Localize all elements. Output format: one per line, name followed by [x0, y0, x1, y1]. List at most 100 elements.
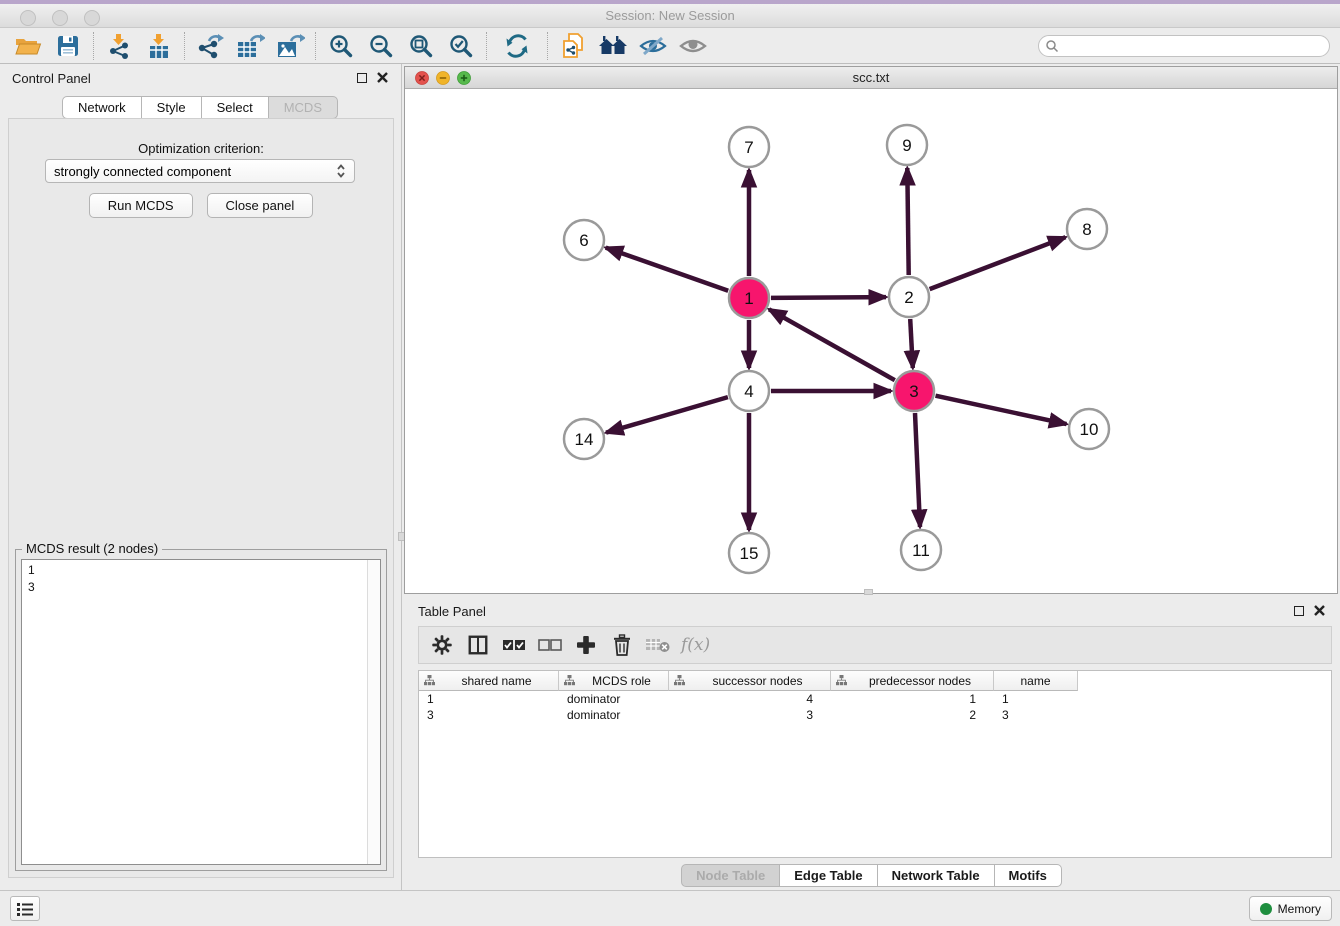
- graph-node-4[interactable]: 4: [729, 371, 769, 411]
- search-input[interactable]: [1063, 39, 1329, 53]
- network-canvas[interactable]: 7 9 6 8 1 2 4 3 14 10 15 11: [405, 89, 1337, 593]
- table-row[interactable]: 3dominator323: [419, 707, 1331, 723]
- unchecked-boxes-icon: [538, 637, 562, 653]
- home-button[interactable]: [593, 31, 633, 61]
- cell-MCDS-role[interactable]: dominator: [559, 691, 669, 707]
- graph-node-1[interactable]: 1: [729, 278, 769, 318]
- edge-1-6[interactable]: [606, 248, 729, 291]
- table-settings-button[interactable]: [427, 631, 457, 659]
- graph-node-2[interactable]: 2: [889, 277, 929, 317]
- import-table-icon: [146, 33, 172, 59]
- cell-successor-nodes[interactable]: 3: [669, 707, 831, 723]
- network-window-title: scc.txt: [405, 70, 1337, 85]
- export-table-button[interactable]: [230, 31, 270, 61]
- cell-predecessor-nodes[interactable]: 1: [831, 691, 994, 707]
- table-header-row: shared nameMCDS rolesuccessor nodesprede…: [419, 671, 1078, 691]
- import-network-button[interactable]: [99, 31, 139, 61]
- graph-node-7[interactable]: 7: [729, 127, 769, 167]
- table-close-icon[interactable]: [1313, 604, 1326, 617]
- delete-column-button[interactable]: [607, 631, 637, 659]
- close-panel-icon[interactable]: [376, 71, 389, 84]
- graph-node-9[interactable]: 9: [887, 125, 927, 165]
- zoom-fit-button[interactable]: [401, 31, 441, 61]
- cell-MCDS-role[interactable]: dominator: [559, 707, 669, 723]
- deselect-all-button[interactable]: [535, 631, 565, 659]
- result-scrollbar[interactable]: [367, 560, 380, 864]
- mcds-result-list[interactable]: 1 3: [21, 559, 381, 865]
- graph-node-10[interactable]: 10: [1069, 409, 1109, 449]
- delete-table-button[interactable]: [643, 631, 673, 659]
- graph-node-6[interactable]: 6: [564, 220, 604, 260]
- edge-1-2[interactable]: [771, 297, 886, 298]
- edge-2-8[interactable]: [930, 237, 1066, 289]
- edge-3-10[interactable]: [936, 396, 1067, 424]
- cell-predecessor-nodes[interactable]: 2: [831, 707, 994, 723]
- select-all-button[interactable]: [499, 631, 529, 659]
- tab-select[interactable]: Select: [201, 96, 269, 119]
- zoom-in-icon: [328, 33, 354, 59]
- edge-4-14[interactable]: [606, 397, 728, 433]
- edge-2-9[interactable]: [907, 168, 908, 275]
- graph-node-3[interactable]: 3: [894, 371, 934, 411]
- horizontal-splitter-handle[interactable]: [864, 589, 873, 595]
- save-session-button[interactable]: [48, 31, 88, 61]
- optimization-criterion-dropdown[interactable]: strongly connected component: [45, 159, 355, 183]
- cell-name[interactable]: 3: [994, 707, 1078, 723]
- cell-shared-name[interactable]: 1: [419, 691, 559, 707]
- tab-edge-table[interactable]: Edge Table: [779, 864, 877, 887]
- mcds-result-group: MCDS result (2 nodes) 1 3: [15, 549, 387, 871]
- graph-node-11[interactable]: 11: [901, 530, 941, 570]
- column-visibility-button[interactable]: [463, 631, 493, 659]
- cell-successor-nodes[interactable]: 4: [669, 691, 831, 707]
- graph-node-14[interactable]: 14: [564, 419, 604, 459]
- add-column-button[interactable]: [571, 631, 601, 659]
- apply-function-button[interactable]: f(x): [681, 635, 710, 655]
- run-mcds-button[interactable]: Run MCDS: [89, 193, 193, 218]
- trash-icon: [612, 634, 632, 656]
- open-session-button[interactable]: [8, 31, 48, 61]
- tab-network-table[interactable]: Network Table: [877, 864, 995, 887]
- optimization-criterion-label: Optimization criterion:: [9, 141, 393, 156]
- import-table-button[interactable]: [139, 31, 179, 61]
- close-panel-button[interactable]: Close panel: [207, 193, 314, 218]
- column-header-shared-name[interactable]: shared name: [419, 671, 559, 691]
- tab-style[interactable]: Style: [141, 96, 202, 119]
- edge-3-11[interactable]: [915, 413, 920, 527]
- task-history-button[interactable]: [10, 896, 40, 921]
- show-all-button[interactable]: [673, 31, 713, 61]
- memory-button[interactable]: Memory: [1249, 896, 1332, 921]
- graph-node-15[interactable]: 15: [729, 533, 769, 573]
- zoom-in-button[interactable]: [321, 31, 361, 61]
- tab-network[interactable]: Network: [62, 96, 142, 119]
- memory-status-dot: [1260, 903, 1272, 915]
- toolbar-separator: [315, 32, 316, 60]
- control-panel-tabs: NetworkStyleSelectMCDS: [0, 96, 401, 119]
- tab-mcds[interactable]: MCDS: [268, 96, 338, 119]
- edge-2-3[interactable]: [910, 319, 913, 368]
- zoom-out-button[interactable]: [361, 31, 401, 61]
- dropdown-stepper-icon: [336, 163, 346, 179]
- column-header-successor-nodes[interactable]: successor nodes: [669, 671, 831, 691]
- column-header-name[interactable]: name: [994, 671, 1078, 691]
- cell-name[interactable]: 1: [994, 691, 1078, 707]
- export-network-button[interactable]: [190, 31, 230, 61]
- table-row[interactable]: 1dominator411: [419, 691, 1331, 707]
- table-float-icon[interactable]: [1294, 606, 1304, 616]
- zoom-selected-button[interactable]: [441, 31, 481, 61]
- control-panel: Control Panel NetworkStyleSelectMCDS Opt…: [0, 64, 402, 890]
- refresh-view-button[interactable]: [492, 31, 542, 61]
- graph-node-8[interactable]: 8: [1067, 209, 1107, 249]
- float-panel-icon[interactable]: [357, 73, 367, 83]
- hide-selected-button[interactable]: [633, 31, 673, 61]
- tab-motifs[interactable]: Motifs: [994, 864, 1062, 887]
- export-image-icon: [275, 33, 305, 59]
- column-header-MCDS-role[interactable]: MCDS role: [559, 671, 669, 691]
- tab-node-table[interactable]: Node Table: [681, 864, 780, 887]
- edge-3-1[interactable]: [769, 309, 895, 380]
- columns-icon: [467, 634, 489, 656]
- cell-shared-name[interactable]: 3: [419, 707, 559, 723]
- control-panel-header: Control Panel: [0, 64, 401, 92]
- export-image-button[interactable]: [270, 31, 310, 61]
- duplicate-network-button[interactable]: [553, 31, 593, 61]
- column-header-predecessor-nodes[interactable]: predecessor nodes: [831, 671, 994, 691]
